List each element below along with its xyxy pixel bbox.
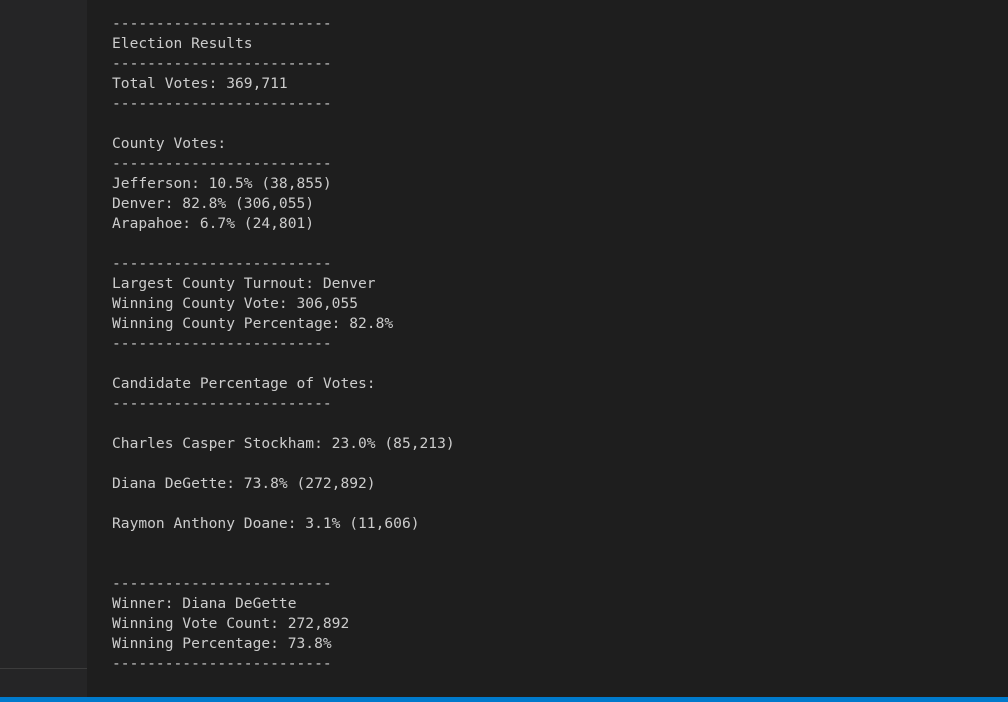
candidate-result-degette: Diana DeGette: 73.8% (272,892): [112, 475, 376, 492]
total-votes-line: Total Votes: 369,711: [112, 75, 288, 92]
candidate-result-doane: Raymon Anthony Doane: 3.1% (11,606): [112, 515, 420, 532]
separator-line: -------------------------: [112, 575, 332, 592]
status-bar: [0, 697, 1008, 702]
largest-county-line: Largest County Turnout: Denver: [112, 275, 376, 292]
separator-line: -------------------------: [112, 335, 332, 352]
winning-vote-count-line: Winning Vote Count: 272,892: [112, 615, 350, 632]
output-title: Election Results: [112, 35, 253, 52]
separator-line: -------------------------: [112, 95, 332, 112]
county-votes-heading: County Votes:: [112, 135, 227, 152]
activity-bar: [0, 0, 87, 697]
terminal-output: ------------------------- Election Result…: [112, 14, 455, 674]
separator-line: -------------------------: [112, 55, 332, 72]
winning-percentage-line: Winning Percentage: 73.8%: [112, 635, 332, 652]
separator-line: -------------------------: [112, 655, 332, 672]
winner-line: Winner: Diana DeGette: [112, 595, 297, 612]
winning-county-percentage-line: Winning County Percentage: 82.8%: [112, 315, 394, 332]
separator-line: -------------------------: [112, 15, 332, 32]
county-result-denver: Denver: 82.8% (306,055): [112, 195, 315, 212]
candidate-heading: Candidate Percentage of Votes:: [112, 375, 376, 392]
separator-line: -------------------------: [112, 395, 332, 412]
separator-line: -------------------------: [112, 255, 332, 272]
candidate-result-stockham: Charles Casper Stockham: 23.0% (85,213): [112, 435, 455, 452]
county-result-jefferson: Jefferson: 10.5% (38,855): [112, 175, 332, 192]
separator-line: -------------------------: [112, 155, 332, 172]
activity-divider: [0, 668, 87, 669]
county-result-arapahoe: Arapahoe: 6.7% (24,801): [112, 215, 315, 232]
editor-output-panel: ------------------------- Election Result…: [87, 0, 1008, 697]
winning-county-vote-line: Winning County Vote: 306,055: [112, 295, 359, 312]
